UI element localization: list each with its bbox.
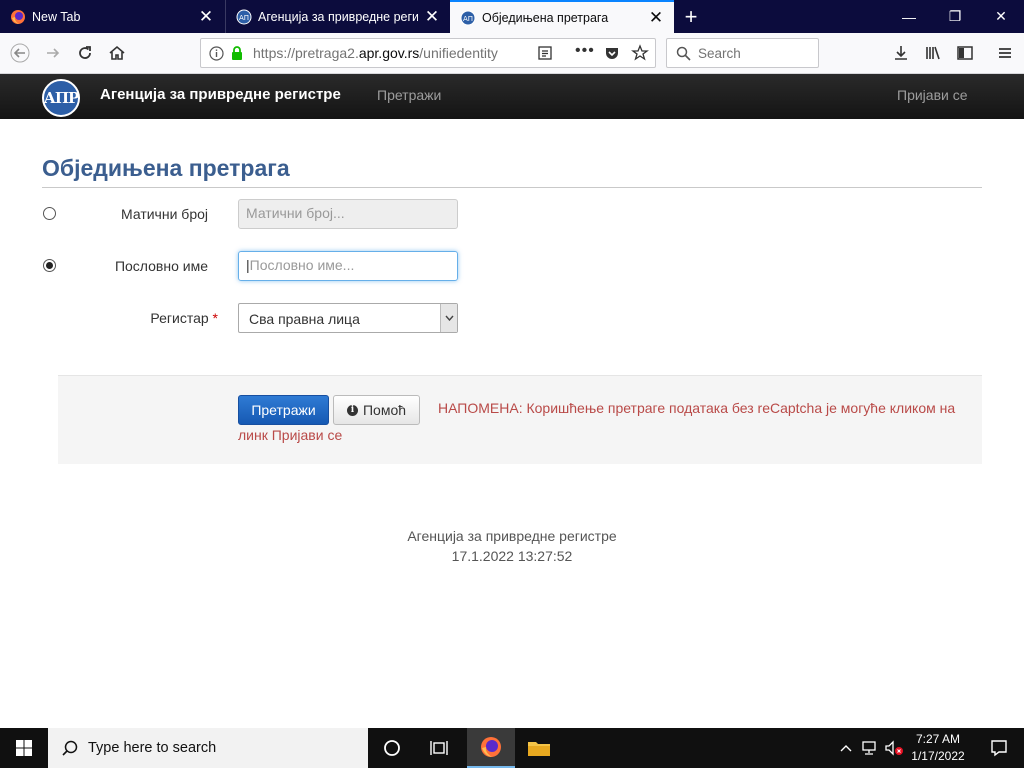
business-name-placeholder: Пословно име...	[249, 257, 355, 273]
tab-title: Агенција за привредне регистре	[258, 9, 418, 24]
apr-favicon-icon: АП	[460, 10, 476, 25]
apr-favicon-icon: АП	[236, 9, 252, 24]
search-button[interactable]: Претражи	[238, 395, 329, 425]
footer-datetime: 17.1.2022 13:27:52	[451, 548, 573, 564]
show-hidden-icons-icon[interactable]	[834, 728, 858, 768]
menu-icon[interactable]	[990, 38, 1020, 68]
reload-icon[interactable]	[70, 38, 100, 68]
nav-login-link[interactable]: Пријави се	[897, 87, 968, 103]
svg-text:АП: АП	[239, 14, 249, 22]
file-explorer-icon[interactable]	[515, 728, 563, 768]
tab-strip: New Tab ✕ АП Агенција за привредне регис…	[0, 0, 1024, 33]
page-title: Обједињена претрага	[42, 155, 290, 181]
cortana-icon[interactable]	[368, 728, 416, 768]
notifications-icon[interactable]	[975, 728, 1023, 768]
tab-title: New Tab	[32, 9, 81, 24]
network-icon[interactable]	[858, 728, 882, 768]
help-button[interactable]: i Помоћ	[333, 395, 420, 425]
browser-search-box[interactable]: Search	[666, 38, 819, 68]
tab-unified-search[interactable]: АП Обједињена претрага ✕	[450, 0, 674, 33]
chevron-down-icon[interactable]	[440, 304, 457, 332]
navigation-toolbar: https://pretraga2.apr.gov.rs/unifiedenti…	[0, 33, 1024, 74]
lock-icon[interactable]	[230, 45, 244, 61]
firefox-icon	[11, 9, 25, 24]
close-window-icon[interactable]: ✕	[978, 0, 1024, 33]
clock-date[interactable]: 1/17/2022	[906, 749, 970, 763]
taskbar-search-box[interactable]: Type here to search	[48, 728, 368, 768]
new-tab-icon[interactable]: +	[676, 0, 706, 33]
business-name-label: Пословно име	[114, 258, 208, 274]
reader-view-icon[interactable]	[537, 45, 553, 61]
minimize-icon[interactable]: —	[886, 0, 932, 33]
recaptcha-note-link[interactable]: линк Пријави се	[238, 427, 342, 443]
close-tab-icon[interactable]: ✕	[648, 9, 664, 26]
url-text[interactable]: https://pretraga2.apr.gov.rs/unifiedenti…	[253, 45, 523, 61]
back-icon[interactable]	[5, 38, 35, 68]
close-tab-icon[interactable]: ✕	[198, 8, 214, 25]
forward-icon[interactable]	[38, 38, 68, 68]
business-name-input[interactable]: |Пословно име...	[238, 251, 458, 281]
tab-apr[interactable]: АП Агенција за привредне регистре ✕	[225, 0, 450, 33]
info-icon: i	[346, 404, 358, 416]
nav-search-link[interactable]: Претражи	[377, 87, 441, 103]
url-host: https://pretraga2.	[253, 45, 359, 61]
task-view-icon[interactable]	[416, 728, 464, 768]
info-icon[interactable]	[209, 46, 224, 61]
downloads-icon[interactable]	[886, 38, 916, 68]
firefox-taskbar-icon[interactable]	[467, 728, 515, 768]
home-icon[interactable]	[102, 38, 132, 68]
pocket-icon[interactable]	[604, 45, 620, 61]
address-bar[interactable]: https://pretraga2.apr.gov.rs/unifiedenti…	[200, 38, 656, 68]
required-mark: *	[212, 310, 218, 326]
help-button-label: Помоћ	[362, 402, 407, 418]
taskbar-search-placeholder: Type here to search	[88, 740, 217, 756]
register-select[interactable]: Сва правна лица	[238, 303, 458, 333]
url-domain: apr.gov.rs	[358, 45, 420, 61]
reg-number-input[interactable]: Матични број...	[238, 199, 458, 229]
library-icon[interactable]	[918, 38, 948, 68]
register-label-text: Регистар	[150, 310, 209, 326]
sidebar-icon[interactable]	[950, 38, 980, 68]
restore-icon[interactable]: ❐	[932, 0, 978, 33]
tab-new-tab[interactable]: New Tab ✕	[0, 0, 224, 33]
register-label: Регистар *	[38, 310, 218, 326]
volume-muted-icon[interactable]	[882, 728, 906, 768]
form-actions-panel	[58, 375, 982, 464]
clock-time[interactable]: 7:27 AM	[906, 732, 970, 746]
brand-link[interactable]: Агенција за привредне регистре	[100, 86, 341, 103]
close-tab-icon[interactable]: ✕	[424, 8, 440, 25]
windows-start-icon[interactable]	[0, 728, 48, 768]
taskbar: Type here to search	[0, 728, 1024, 768]
tab-title: Обједињена претрага	[482, 10, 609, 25]
svg-text:АП: АП	[463, 15, 473, 23]
page-actions-icon[interactable]: •••	[575, 42, 595, 60]
footer-org-name: Агенција за привредне регистре	[407, 528, 617, 544]
reg-number-label: Матични број	[121, 206, 208, 222]
apr-logo[interactable]: АПР	[42, 79, 80, 117]
url-path: /unifiedentity	[419, 45, 498, 61]
browser-search-placeholder: Search	[698, 46, 741, 61]
heading-divider	[42, 187, 982, 188]
register-select-value: Сва правна лица	[249, 311, 360, 327]
recaptcha-note: НАПОМЕНА: Коришћење претраге података бе…	[438, 400, 956, 416]
search-icon	[676, 46, 691, 61]
search-icon	[62, 740, 78, 756]
bookmark-star-icon[interactable]	[631, 44, 649, 62]
